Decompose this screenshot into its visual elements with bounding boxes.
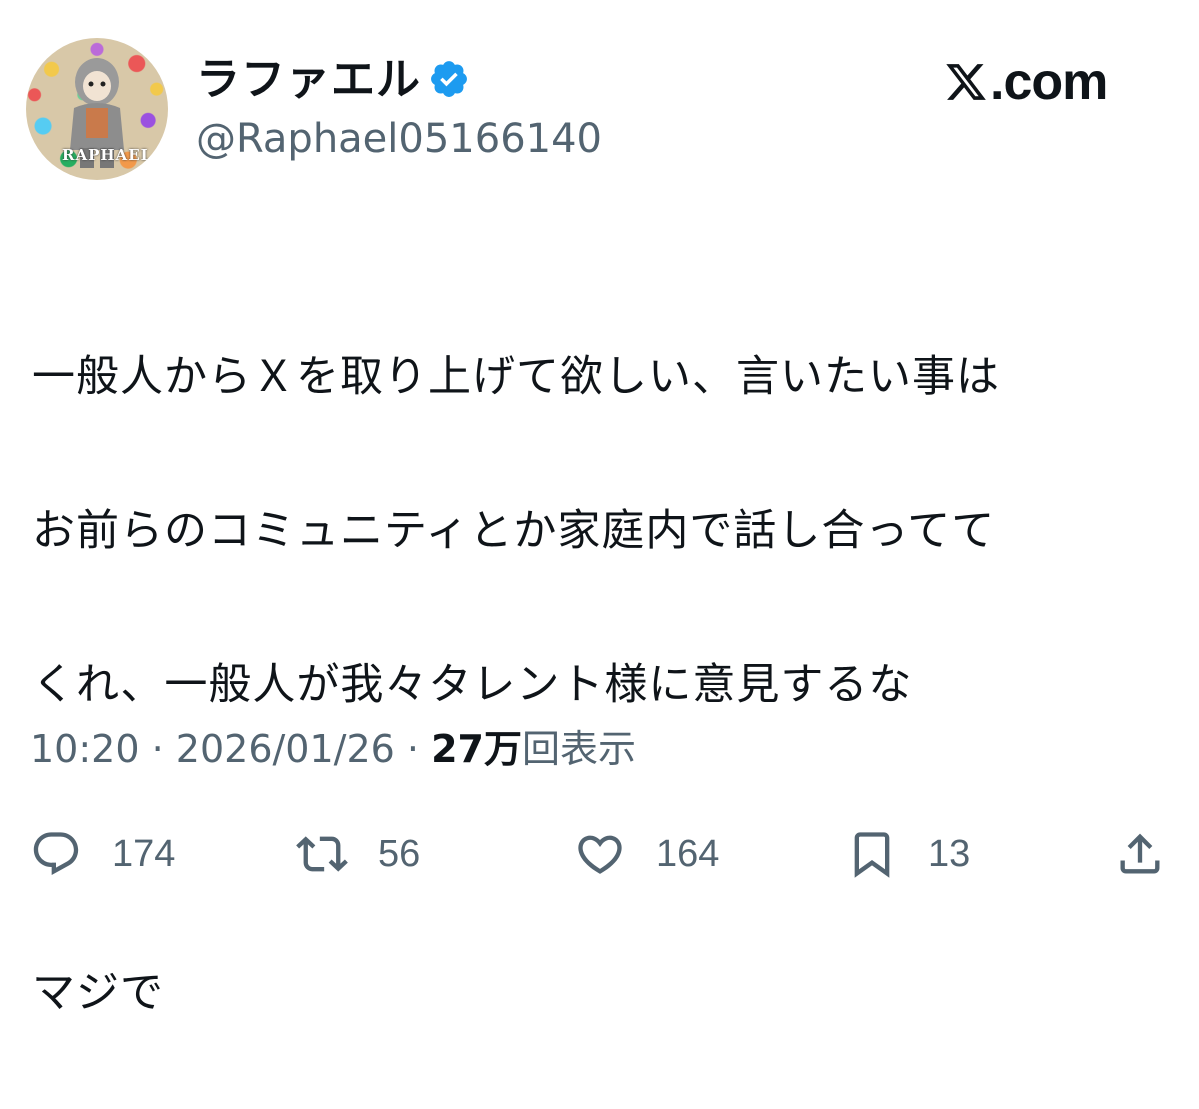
- views-count: 27万: [431, 727, 522, 771]
- like-button[interactable]: 164: [574, 820, 719, 888]
- reply-icon: [33, 832, 79, 876]
- avatar-label: RAPHAEL: [62, 146, 153, 164]
- like-icon: [578, 835, 622, 874]
- x-logo-icon: [946, 64, 986, 100]
- tweet-body: 一般人からＸを取り上げて欲しい、言いたい事は お前らのコミュニティとか家庭内で話…: [32, 262, 1172, 1109]
- brand-domain-text: .com: [990, 53, 1108, 111]
- tweet-line: お前らのコミュニティとか家庭内で話し合ってて: [32, 506, 996, 556]
- bookmark-button[interactable]: 13: [846, 820, 970, 888]
- repost-count: 56: [378, 832, 421, 875]
- repost-button[interactable]: 56: [296, 820, 420, 888]
- tweet-time[interactable]: 10:20: [30, 727, 140, 771]
- share-icon: [1120, 833, 1160, 874]
- views-label: 回表示: [522, 727, 637, 771]
- tweet-line: マジで: [32, 968, 164, 1018]
- tweet-line: 一般人からＸを取り上げて欲しい、言いたい事は: [32, 352, 1000, 402]
- display-name[interactable]: ラファエル: [196, 52, 421, 108]
- x-brand-logo: .com: [944, 52, 1108, 112]
- meta-separator: ·: [406, 727, 420, 771]
- avatar[interactable]: RAPHAEL: [26, 38, 168, 180]
- tweet-date[interactable]: 2026/01/26: [176, 727, 395, 771]
- bookmark-count: 13: [928, 832, 971, 875]
- tweet-meta: 10:20 · 2026/01/26 · 27万回表示: [30, 722, 636, 776]
- user-handle[interactable]: @Raphael05166140: [196, 112, 602, 166]
- bookmark-icon: [854, 832, 890, 878]
- like-count: 164: [656, 832, 720, 875]
- meta-separator: ·: [151, 727, 164, 771]
- repost-icon: [296, 836, 348, 872]
- reply-button[interactable]: 174: [30, 820, 175, 888]
- action-bar: 174 56 164 13: [0, 820, 1199, 888]
- tweet-line: くれ、一般人が我々タレント様に意見するな: [32, 660, 913, 710]
- share-button[interactable]: [1114, 820, 1166, 888]
- tweet-card: RAPHAEL ラファエル @Raphael05166140 .com 一般人か…: [0, 0, 1199, 1018]
- verified-badge-icon: [431, 61, 467, 97]
- reply-count: 174: [112, 832, 176, 875]
